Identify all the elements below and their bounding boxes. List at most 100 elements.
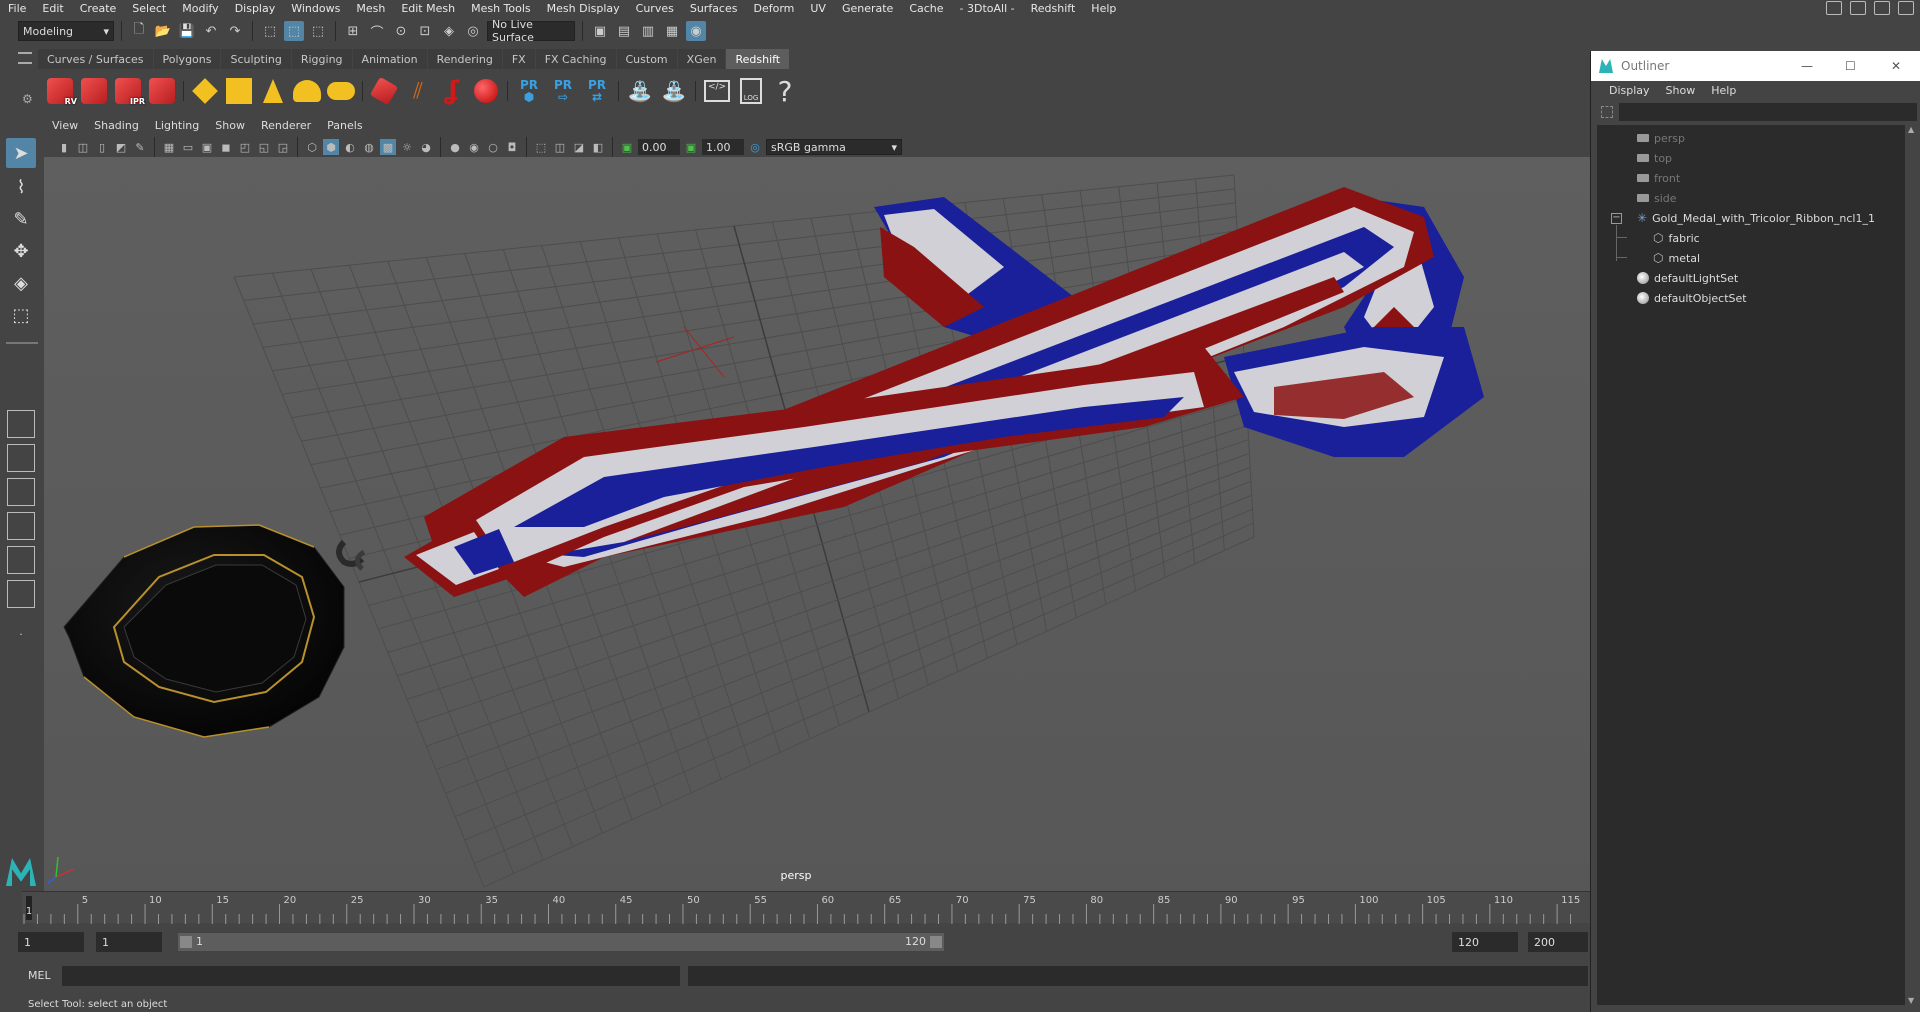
field-chart-icon[interactable]: ◰ (237, 139, 253, 155)
tab-fx-caching[interactable]: FX Caching (535, 49, 616, 69)
outliner-item-side[interactable]: side (1637, 189, 1677, 207)
animation-end-field[interactable]: 200 (1528, 932, 1588, 952)
grid-icon[interactable]: ▦ (161, 139, 177, 155)
area-light-button[interactable] (189, 73, 221, 109)
tab-redshift[interactable]: Redshift (726, 49, 790, 69)
menu-redshift[interactable]: Redshift (1023, 2, 1084, 15)
portal-light-button[interactable] (223, 73, 255, 109)
tab-polygons[interactable]: Polygons (153, 49, 221, 69)
select-by-hierarchy-icon[interactable]: ⬚ (260, 21, 280, 41)
attribute-editor-toggle-icon[interactable] (1874, 1, 1890, 15)
snap-grid-icon[interactable]: ⊞ (343, 21, 363, 41)
render-button[interactable] (78, 73, 110, 109)
outliner-item-medal-group[interactable]: ✳ Gold_Medal_with_Tricolor_Ribbon_ncl1_1 (1637, 209, 1875, 227)
gamma-icon[interactable]: ▣ (683, 139, 699, 155)
menu-windows[interactable]: Windows (283, 2, 348, 15)
color-management-icon[interactable]: ◎ (747, 139, 763, 155)
tab-sculpting[interactable]: Sculpting (221, 49, 291, 69)
environment-button[interactable]: ⛲ (658, 73, 690, 109)
viewport-persp[interactable]: persp (44, 157, 1590, 891)
script-editor-button[interactable]: </> (701, 73, 733, 109)
filter-icon[interactable] (1601, 106, 1613, 118)
render-settings-icon[interactable]: ▦ (662, 21, 682, 41)
proxy-button[interactable]: ʆ (436, 73, 468, 109)
tab-rigging[interactable]: Rigging (291, 49, 352, 69)
snap-surface-icon[interactable]: ◈ (439, 21, 459, 41)
tab-custom[interactable]: Custom (616, 49, 677, 69)
more-layouts-icon[interactable]: · (7, 628, 35, 646)
menu-mesh[interactable]: Mesh (348, 2, 393, 15)
menu-file[interactable]: File (0, 2, 34, 15)
range-start-handle[interactable] (180, 936, 192, 948)
four-pane-layout-icon[interactable] (7, 444, 35, 472)
camera-attributes-icon[interactable]: ◫ (75, 139, 91, 155)
proxy-export-button[interactable]: PR ⬢ (513, 73, 545, 109)
shadows-icon[interactable]: ◕ (418, 139, 434, 155)
proxy-swap-button[interactable]: PR ⇄ (581, 73, 613, 109)
safe-title-icon[interactable]: ◲ (275, 139, 291, 155)
outliner-search-input[interactable] (1619, 103, 1917, 121)
menu-modify[interactable]: Modify (174, 2, 226, 15)
tab-animation[interactable]: Animation (352, 49, 427, 69)
menu-set-dropdown[interactable]: Modeling ▾ (18, 21, 114, 41)
save-scene-icon[interactable]: 💾 (177, 21, 197, 41)
mel-input[interactable] (62, 966, 680, 986)
move-tool-icon[interactable]: ✥ (6, 236, 36, 266)
ambient-occlusion-icon[interactable]: ● (447, 139, 463, 155)
tab-xgen[interactable]: XGen (677, 49, 726, 69)
panel-menu-show[interactable]: Show (207, 119, 253, 137)
film-gate-icon[interactable]: ▭ (180, 139, 196, 155)
workspace-icon[interactable] (1826, 1, 1842, 15)
help-button[interactable]: ? (769, 73, 801, 109)
render-frame-icon[interactable]: ▣ (590, 21, 610, 41)
camera-select-icon[interactable]: ▮ (56, 139, 72, 155)
outliner-scrollbar[interactable]: ▲ ▼ (1908, 125, 1916, 1005)
outliner-item-default-object-set[interactable]: defaultObjectSet (1637, 289, 1747, 307)
xray-icon[interactable]: ◫ (552, 139, 568, 155)
menu-cache[interactable]: Cache (901, 2, 951, 15)
two-pane-side-layout-icon[interactable] (7, 478, 35, 506)
dome-light-button[interactable] (291, 73, 323, 109)
smooth-shade-icon[interactable]: ⬢ (323, 139, 339, 155)
proxy-import-button[interactable]: PR ⇨ (547, 73, 579, 109)
menu-mesh-tools[interactable]: Mesh Tools (463, 2, 539, 15)
menu-3dtoall[interactable]: - 3DtoAll - (952, 2, 1023, 15)
grease-pencil-icon[interactable]: ✎ (132, 139, 148, 155)
make-live-icon[interactable]: ◎ (463, 21, 483, 41)
persp-graph-layout-icon[interactable] (7, 580, 35, 608)
exposure-icon[interactable]: ▣ (619, 139, 635, 155)
animation-start-field[interactable]: 1 (18, 932, 84, 952)
playback-end-field[interactable]: 120 (1452, 932, 1518, 952)
resolution-gate-icon[interactable]: ▣ (199, 139, 215, 155)
minimize-icon[interactable]: — (1801, 59, 1813, 73)
depth-of-field-icon[interactable]: ◘ (504, 139, 520, 155)
tab-fx[interactable]: FX (502, 49, 535, 69)
channel-box-toggle-icon[interactable] (1850, 1, 1866, 15)
outliner-item-fabric[interactable]: ⬡ fabric (1653, 229, 1700, 247)
menu-select[interactable]: Select (124, 2, 174, 15)
panel-menu-panels[interactable]: Panels (319, 119, 370, 137)
snap-point-icon[interactable]: ⊙ (391, 21, 411, 41)
motion-blur-icon[interactable]: ◉ (466, 139, 482, 155)
image-plane-icon[interactable]: ◩ (113, 139, 129, 155)
close-icon[interactable]: ✕ (1891, 59, 1901, 73)
tool-settings-toggle-icon[interactable] (1898, 1, 1914, 15)
anti-aliasing-icon[interactable]: ○ (485, 139, 501, 155)
render-view-button[interactable]: RV (44, 73, 77, 109)
shelf-menu-icon[interactable] (18, 52, 32, 64)
menu-help[interactable]: Help (1083, 2, 1124, 15)
panel-menu-view[interactable]: View (44, 119, 86, 137)
use-all-lights-icon[interactable]: ☼ (399, 139, 415, 155)
menu-edit[interactable]: Edit (34, 2, 71, 15)
open-scene-icon[interactable]: 📂 (153, 21, 173, 41)
wireframe-icon[interactable]: ⬡ (304, 139, 320, 155)
mel-label[interactable]: MEL (28, 969, 51, 982)
menu-deform[interactable]: Deform (745, 2, 802, 15)
select-by-object-icon[interactable]: ⬚ (284, 21, 304, 41)
outliner-item-top[interactable]: top (1637, 149, 1672, 167)
range-end-handle[interactable] (930, 936, 942, 948)
paint-select-tool-icon[interactable]: ✎ (6, 204, 36, 234)
outliner-menu-display[interactable]: Display (1601, 81, 1658, 101)
menu-generate[interactable]: Generate (834, 2, 901, 15)
outliner-item-metal[interactable]: ⬡ metal (1653, 249, 1700, 267)
